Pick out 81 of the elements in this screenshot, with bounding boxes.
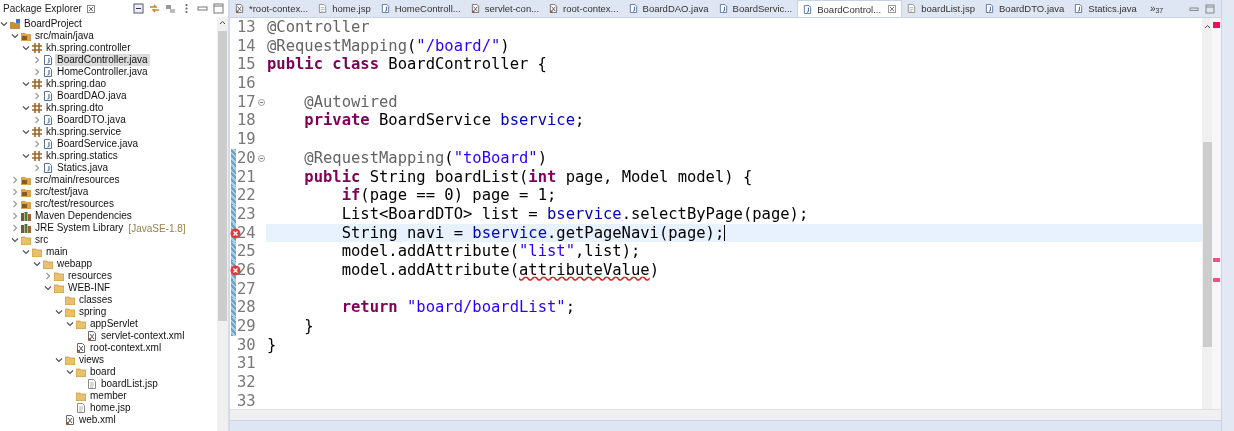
code-line: if(page == 0) page = 1; [340,186,558,205]
code-line: } [303,317,315,336]
code-line: model.addAttribute(attributeValue) [340,260,660,280]
line-number: 16 [236,74,257,93]
tree-item[interactable]: BoardController.java [55,54,150,66]
line-number: 27 [236,279,257,299]
code-line: return "board/boardList"; [340,298,576,317]
tree-item[interactable]: appServlet [88,318,140,330]
tree-item[interactable]: web.xml [77,414,118,426]
tree-item[interactable]: spring [77,306,109,318]
line-number: 19 [236,130,257,149]
tree-item[interactable]: kh.spring.statics [44,150,120,162]
tree-item[interactable]: src/test/java [33,186,91,198]
tree-item[interactable]: src [33,234,51,246]
line-number: 33 [236,391,257,409]
line-number: 20 [236,148,257,168]
editor-tab[interactable]: Statics.java [1069,0,1142,17]
code-line: } [266,335,278,355]
tree-item[interactable]: kh.spring.dao [44,78,109,90]
line-number: 25 [236,242,257,261]
code-line: List<BoardDTO> list = bservice.selectByPage(page); [340,204,810,224]
editor-tab[interactable]: BoardServic... [713,0,798,17]
editor-tab[interactable]: BoardDTO.java [980,0,1070,17]
tree-item[interactable]: board [88,366,118,378]
tree-item[interactable]: src/test/resources [33,198,116,210]
editor-tab[interactable]: boardList.jsp [902,0,980,17]
code-line: @RequestMapping("/board/") [266,36,511,56]
code-line: @RequestMapping("toBoard") [303,148,548,168]
tree-item-decoration: [JavaSE-1.8] [127,222,186,234]
code-line: @Autowired [303,92,399,112]
editor-tab[interactable]: servlet-con... [465,0,545,17]
tree-item[interactable]: src/main/resources [33,174,122,186]
line-number: 28 [236,298,257,317]
tree-item[interactable]: src/main/java [33,30,96,42]
line-number: 22 [236,186,257,205]
code-line: model.addAttribute("list",list); [340,242,642,261]
tree-item[interactable]: webapp [55,258,95,270]
tree-item[interactable]: kh.spring.controller [44,42,133,54]
tree-item[interactable]: BoardProject [22,18,84,30]
code-line: @Controller [266,18,371,37]
line-number: 13 [236,18,257,37]
tree-item[interactable]: main [44,246,70,258]
line-number: 26 [236,260,257,280]
line-number: 32 [236,373,257,392]
tree-item[interactable]: Statics.java [55,162,111,174]
tree-item[interactable]: member [88,390,129,402]
editor-tab[interactable]: *root-contex... [230,0,314,17]
editor-tab[interactable]: BoardControl... [797,0,903,17]
tree-item[interactable]: Maven Dependencies [33,210,134,222]
tree-item[interactable]: root-context.xml [88,342,164,354]
view-title[interactable]: Package Explorer [3,3,82,14]
tree-item[interactable]: HomeController.java [55,66,150,78]
editor-tab[interactable]: HomeControll... [375,0,466,17]
tree-item[interactable]: BoardDTO.java [55,114,128,126]
tree-item[interactable]: WEB-INF [66,282,113,294]
line-number: 31 [236,354,257,374]
code-line: public class BoardController { [266,55,548,75]
line-number: 29 [236,317,257,336]
tree-item[interactable]: resources [66,270,114,282]
tree-item[interactable]: boardList.jsp [99,378,160,390]
tree-item[interactable]: home.jsp [88,402,133,414]
tree-item[interactable]: kh.spring.service [44,126,124,138]
line-number: 21 [236,167,257,187]
editor-tab[interactable]: BoardDAO.java [623,0,714,17]
line-number: 14 [236,36,257,56]
editor-tab[interactable]: root-contex... [544,0,624,17]
line-number: 18 [236,111,257,131]
editor-tab[interactable]: home.jsp [313,0,376,17]
code-line: private BoardService bservice; [303,111,586,131]
line-number: 30 [236,335,257,355]
line-number: 15 [236,55,257,75]
tree-item[interactable]: JRE System Library [33,222,126,234]
tree-item[interactable]: classes [77,294,115,306]
tree-item[interactable]: views [77,354,106,366]
code-line: public String boardList(int page, Model model) { [303,167,754,187]
line-number: 17 [236,92,257,112]
tree-item[interactable]: kh.spring.dto [44,102,106,114]
tree-item[interactable]: BoardService.java [55,138,141,150]
tree-item[interactable]: servlet-context.xml [99,330,187,342]
line-number: 23 [236,204,257,224]
tree-item[interactable]: BoardDAO.java [55,90,129,102]
